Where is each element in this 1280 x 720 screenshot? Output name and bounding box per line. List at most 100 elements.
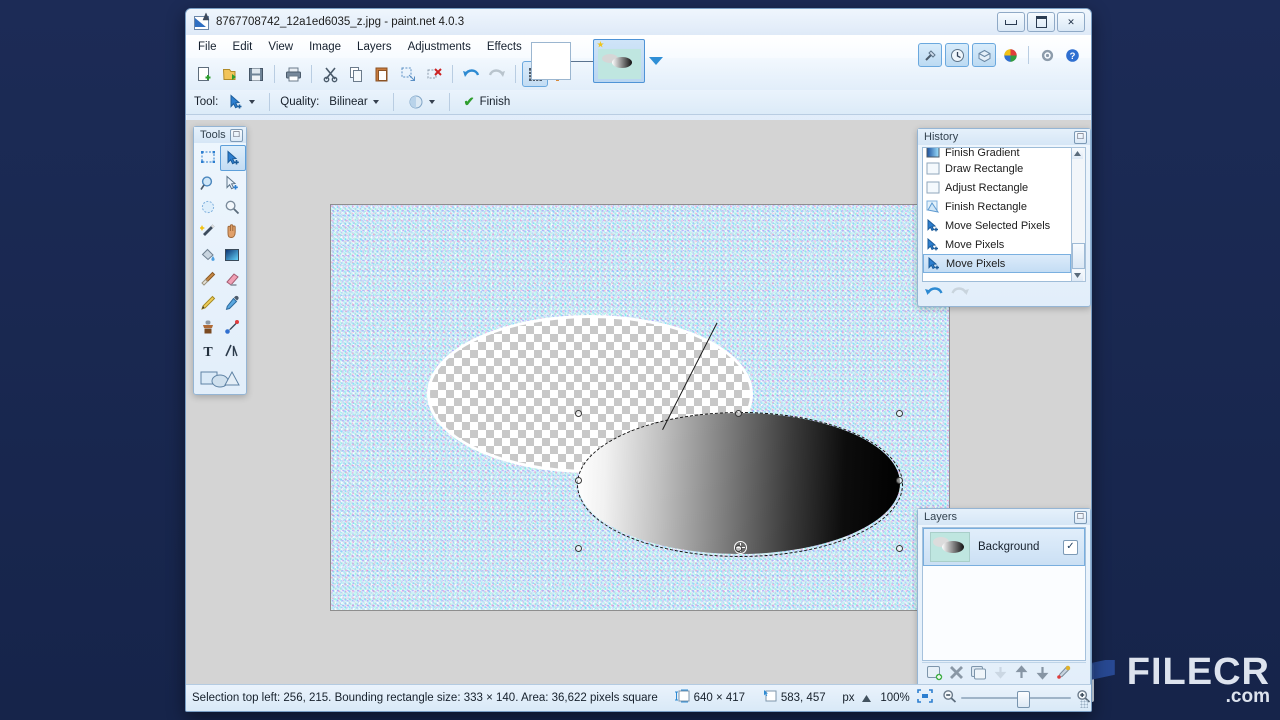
maximize-button[interactable] [1027, 12, 1055, 32]
cut-icon[interactable] [318, 62, 342, 86]
color-picker-tool[interactable] [220, 291, 244, 315]
shapes-tool[interactable] [194, 367, 246, 394]
layer-visibility-checkbox[interactable]: ✓ [1063, 540, 1078, 555]
help-icon[interactable]: ? [1061, 44, 1083, 66]
layer-list[interactable]: Background ✓ [922, 527, 1086, 661]
selection-handle-top-left[interactable] [575, 410, 582, 417]
thumbnail-dropdown-arrow-icon[interactable] [649, 57, 663, 65]
gradient-ellipse[interactable] [578, 413, 900, 554]
menu-edit[interactable]: Edit [225, 38, 261, 56]
move-layer-up-icon[interactable] [1014, 665, 1029, 685]
paste-icon[interactable] [370, 62, 394, 86]
clone-stamp-tool[interactable] [196, 315, 220, 339]
print-icon[interactable] [281, 62, 305, 86]
zoom-slider[interactable] [961, 691, 1071, 705]
units-dropdown-caret-icon[interactable] [862, 689, 871, 707]
menu-image[interactable]: Image [301, 38, 349, 56]
layers-panel-close[interactable]: ☐ [1074, 511, 1087, 524]
quality-selector[interactable]: Bilinear [325, 95, 382, 109]
history-item[interactable]: Finish Rectangle [923, 197, 1071, 216]
layer-row-background[interactable]: Background ✓ [923, 528, 1085, 566]
canvas-workspace[interactable]: Tools ☐ [186, 120, 1091, 685]
document-thumbnail-blank[interactable] [531, 42, 571, 80]
selection-handle-bottom-right[interactable] [896, 545, 903, 552]
history-item[interactable]: Move Pixels [923, 235, 1071, 254]
menu-effects[interactable]: Effects [479, 38, 530, 56]
copy-icon[interactable] [344, 62, 368, 86]
pan-tool[interactable] [220, 219, 244, 243]
close-button[interactable]: ✕ [1057, 12, 1085, 32]
move-selected-pixels-tool[interactable] [220, 145, 246, 171]
undo-icon[interactable] [924, 284, 943, 303]
add-layer-icon[interactable] [926, 665, 943, 686]
finish-button[interactable]: ✔ Finish [460, 93, 515, 111]
scroll-down-arrow-icon[interactable] [1072, 270, 1083, 281]
document-thumbnail-active[interactable] [593, 39, 645, 83]
menu-layers[interactable]: Layers [349, 38, 400, 56]
image-canvas[interactable] [331, 205, 949, 610]
tool-selector[interactable] [224, 93, 259, 111]
pencil-tool[interactable] [196, 291, 220, 315]
line-curve-tool[interactable] [220, 339, 244, 363]
blend-mode-selector[interactable] [404, 93, 439, 111]
scrollbar-thumb[interactable] [1072, 243, 1085, 269]
new-icon[interactable] [192, 62, 216, 86]
gradient-tool[interactable] [220, 243, 244, 267]
history-item[interactable]: Move Selected Pixels [923, 216, 1071, 235]
rectangle-select-tool[interactable] [196, 145, 220, 169]
redo-icon[interactable] [485, 62, 509, 86]
history-list[interactable]: Finish Gradient Draw Rectangle Adjust Re… [922, 147, 1072, 282]
ellipse-select-tool[interactable] [196, 195, 220, 219]
history-item[interactable]: Adjust Rectangle [923, 178, 1071, 197]
units-label[interactable]: px [842, 692, 854, 704]
undo-icon[interactable] [459, 62, 483, 86]
delete-layer-icon[interactable] [949, 665, 964, 685]
settings-gear-icon[interactable] [1036, 44, 1058, 66]
scroll-up-arrow-icon[interactable] [1072, 148, 1083, 159]
recolor-tool[interactable] [220, 315, 244, 339]
open-icon[interactable] [218, 62, 242, 86]
magic-wand-tool[interactable] [196, 219, 220, 243]
history-item[interactable]: Finish Gradient [923, 148, 1071, 159]
move-selection-tool[interactable] [220, 171, 244, 195]
paint-bucket-tool[interactable] [196, 243, 220, 267]
history-item-selected[interactable]: Move Pixels [923, 254, 1071, 273]
zoom-out-icon[interactable] [942, 689, 957, 708]
history-item[interactable]: Draw Rectangle [923, 159, 1071, 178]
history-scrollbar[interactable] [1071, 147, 1086, 282]
zoom-level[interactable]: 100% [880, 692, 909, 704]
zoom-tool[interactable] [220, 195, 244, 219]
deselect-icon[interactable] [422, 62, 446, 86]
crop-to-selection-icon[interactable] [396, 62, 420, 86]
paintbrush-tool[interactable] [196, 267, 220, 291]
selection-handle-top-right[interactable] [896, 410, 903, 417]
redo-icon[interactable] [951, 284, 970, 303]
history-window-toggle[interactable] [945, 43, 969, 67]
minimize-button[interactable] [997, 12, 1025, 32]
resize-grip[interactable] [1080, 700, 1088, 708]
menu-view[interactable]: View [260, 38, 301, 56]
selection-handle-middle-right[interactable] [896, 477, 903, 484]
tools-window-toggle[interactable] [918, 43, 942, 67]
colors-window-toggle[interactable] [999, 44, 1021, 66]
selection-handle-top-center[interactable] [735, 410, 742, 417]
save-icon[interactable] [244, 62, 268, 86]
tools-panel-close[interactable]: ☐ [230, 129, 243, 142]
history-panel-title: History [924, 131, 958, 143]
eraser-tool[interactable] [220, 267, 244, 291]
zoom-slider-knob[interactable] [1017, 691, 1030, 708]
text-tool[interactable]: T [196, 339, 220, 363]
fit-to-window-icon[interactable] [917, 689, 933, 708]
menu-file[interactable]: File [190, 38, 225, 56]
move-layer-down-icon[interactable] [1035, 665, 1050, 685]
selection-handle-middle-left[interactable] [575, 477, 582, 484]
selection-handle-bottom-center[interactable] [735, 545, 742, 552]
duplicate-layer-icon[interactable] [970, 665, 987, 686]
selection-handle-bottom-left[interactable] [575, 545, 582, 552]
layer-properties-icon[interactable] [1056, 665, 1071, 685]
lasso-select-tool[interactable] [196, 171, 220, 195]
quality-caret-icon [373, 100, 379, 104]
menu-adjustments[interactable]: Adjustments [400, 38, 479, 56]
history-panel-close[interactable]: ☐ [1074, 131, 1087, 144]
layers-window-toggle[interactable] [972, 43, 996, 67]
